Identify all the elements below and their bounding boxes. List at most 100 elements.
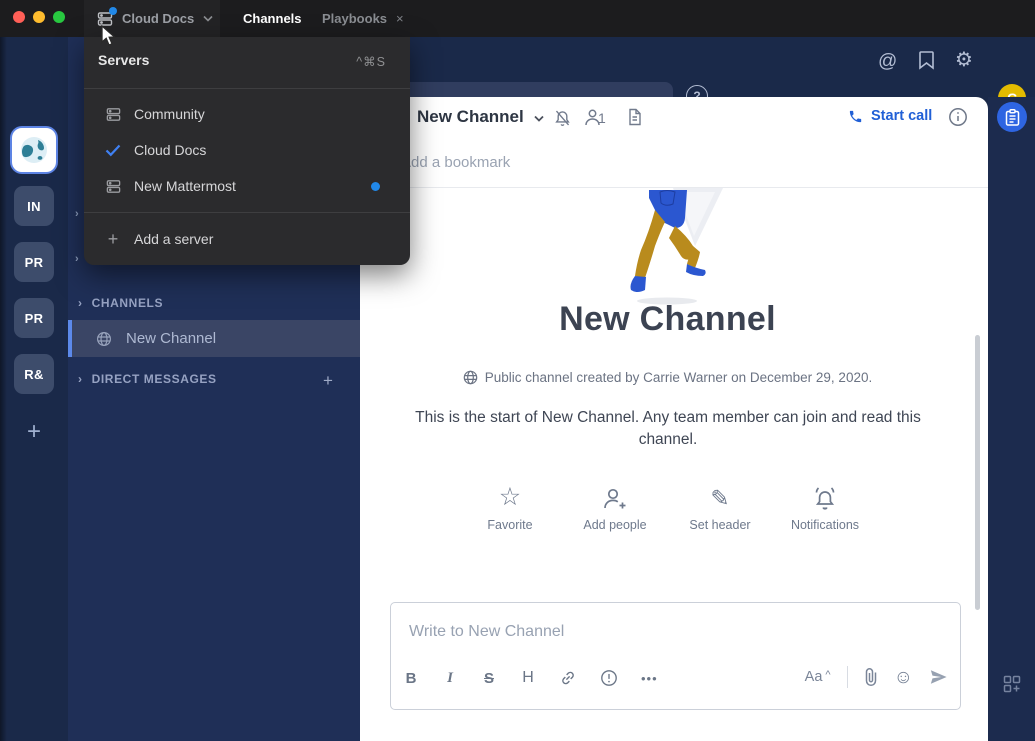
chevron-icon: › (78, 296, 83, 310)
group-label: DIRECT MESSAGES (92, 372, 217, 386)
notifications-button[interactable]: Notifications (780, 482, 870, 532)
plus-icon: + (323, 371, 333, 391)
sidebar-group-direct-messages[interactable]: › DIRECT MESSAGES (78, 372, 217, 386)
pinned-file-icon[interactable] (627, 108, 642, 126)
sidebar-group-channels[interactable]: › CHANNELS (78, 296, 163, 310)
format-toggle-button[interactable]: Aa^ (805, 669, 831, 685)
set-header-button[interactable]: ✎ Set header (675, 482, 765, 532)
tab-playbooks[interactable]: Playbooks × (322, 0, 404, 37)
bookmark-bar[interactable]: + Add a bookmark (360, 139, 988, 188)
team-item[interactable]: PR (14, 298, 54, 338)
strikethrough-button[interactable]: S (481, 670, 497, 687)
action-label: Set header (689, 518, 750, 532)
start-call-button[interactable]: Start call (848, 108, 932, 124)
channel-intro-actions: ☆ Favorite Add people ✎ Set header (360, 482, 975, 532)
message-composer[interactable]: Write to New Channel B I S H (390, 602, 961, 710)
heading-button[interactable]: H (520, 669, 536, 687)
menu-item-community[interactable]: Community (84, 96, 410, 132)
emoji-smiley-icon[interactable]: ☺ (894, 668, 913, 687)
formatting-toolbar: B I S H ••• (403, 669, 658, 687)
check-icon (104, 144, 122, 157)
team-item-active[interactable] (12, 128, 56, 172)
chevron-down-icon[interactable] (534, 115, 544, 122)
vertical-scrollbar[interactable] (975, 335, 980, 610)
attachment-paperclip-icon[interactable] (864, 667, 878, 687)
app-window: Cloud Docs Channels Playbooks × (0, 0, 1035, 741)
add-people-button[interactable]: Add people (570, 482, 660, 532)
close-window-button[interactable] (13, 11, 25, 23)
close-tab-icon[interactable]: × (396, 11, 404, 26)
main-panel: New Channel 1 (360, 97, 988, 741)
group-label: CHANNELS (92, 296, 163, 310)
team-item[interactable]: PR (14, 242, 54, 282)
globe-icon (463, 370, 478, 385)
link-icon[interactable] (559, 669, 577, 687)
intro-byline: Public channel created by Carrie Warner … (360, 370, 975, 385)
bell-ring-icon (811, 482, 839, 512)
tab-channels-label: Channels (243, 11, 302, 26)
italic-button[interactable]: I (442, 670, 458, 687)
divider (84, 212, 410, 213)
tab-playbooks-label: Playbooks (322, 11, 387, 26)
chevron-down-icon (203, 15, 213, 22)
send-icon[interactable] (929, 668, 948, 686)
saved-posts-icon[interactable] (918, 50, 935, 71)
tab-channels[interactable]: Channels (243, 0, 302, 37)
member-count: 1 (598, 110, 606, 126)
team-initials: R& (24, 367, 44, 382)
channel-title[interactable]: New Channel (417, 107, 524, 127)
menu-item-label: Community (134, 106, 205, 122)
composer-right-controls: Aa^ ☺ (805, 666, 948, 688)
add-apps-icon[interactable] (1003, 675, 1021, 693)
add-direct-message-button[interactable]: + (318, 371, 338, 391)
caret-up-icon: ^ (825, 669, 830, 681)
hidden-group-chevron-icon: › (75, 208, 79, 220)
menu-item-label: Cloud Docs (134, 142, 206, 158)
dropdown-title: Servers (98, 52, 149, 68)
menu-item-new-mattermost[interactable]: New Mattermost (84, 168, 410, 204)
server-unread-dot (109, 7, 117, 15)
chevron-icon: › (78, 372, 83, 386)
action-label: Favorite (487, 518, 532, 532)
plus-icon: + (27, 418, 41, 446)
favorite-button[interactable]: ☆ Favorite (465, 482, 555, 532)
bold-button[interactable]: B (403, 670, 419, 687)
aa-label: Aa (805, 669, 823, 685)
server-icon (104, 106, 122, 123)
channel-info-icon[interactable] (948, 107, 968, 127)
team-item[interactable]: R& (14, 354, 54, 394)
team-sidebar: IN PR PR R& + (0, 37, 68, 741)
menu-item-cloud-docs[interactable]: Cloud Docs (84, 132, 410, 168)
window-edge-shade (0, 37, 7, 741)
team-initials: PR (25, 255, 44, 270)
intro-byline-text: Public channel created by Carrie Warner … (485, 370, 872, 385)
team-initials: PR (25, 311, 44, 326)
plus-icon: + (104, 229, 122, 250)
person-plus-icon (602, 482, 629, 512)
more-formatting-icon[interactable]: ••• (641, 671, 658, 686)
titlebar: Cloud Docs Channels Playbooks × (0, 0, 1035, 37)
maximize-window-button[interactable] (53, 11, 65, 23)
globe-icon (96, 331, 112, 347)
mute-bell-slash-icon[interactable] (553, 108, 572, 128)
server-dropdown-menu: Servers ^⌘S Community Cloud Docs (84, 37, 410, 265)
channel-label: New Channel (126, 330, 216, 347)
star-icon: ☆ (499, 482, 521, 512)
dropdown-shortcut: ^⌘S (356, 54, 386, 69)
mentions-icon[interactable]: @ (878, 51, 897, 73)
settings-gear-icon[interactable]: ⚙ (955, 47, 973, 72)
server-button-label: Cloud Docs (122, 11, 194, 26)
playbooks-app-button[interactable] (997, 102, 1027, 132)
sidebar-item-new-channel[interactable]: New Channel (68, 320, 364, 357)
minimize-window-button[interactable] (33, 11, 45, 23)
divider (84, 88, 410, 89)
add-bookmark-label: Add a bookmark (401, 154, 510, 171)
unread-dot (371, 182, 380, 191)
menu-item-add-server[interactable]: + Add a server (84, 221, 410, 257)
team-item[interactable]: IN (14, 186, 54, 226)
action-label: Add people (583, 518, 646, 532)
toolbar-divider (847, 666, 848, 688)
add-team-button[interactable]: + (0, 415, 68, 449)
menu-item-label: Add a server (134, 231, 213, 247)
priority-icon[interactable] (600, 669, 618, 687)
